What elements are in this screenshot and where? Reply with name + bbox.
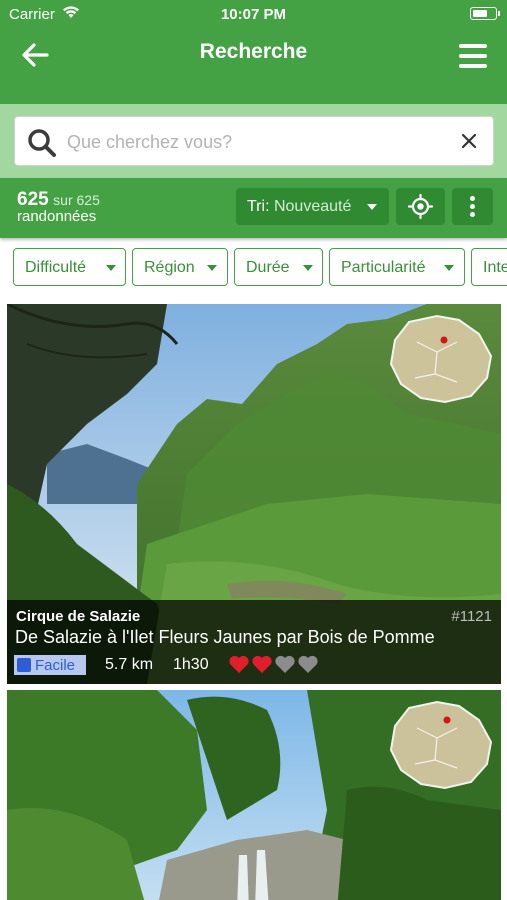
chevron-down-icon [106, 265, 116, 271]
hike-caption: Cirque de Salazie #1121 De Salazie à l'I… [7, 600, 501, 684]
heart-filled-icon [229, 655, 249, 673]
search-box[interactable] [14, 116, 494, 166]
chevron-down-icon [444, 265, 454, 271]
chevron-down-icon [367, 204, 377, 210]
hike-title: De Salazie à l'Ilet Fleurs Jaunes par Bo… [15, 627, 435, 647]
heart-empty-icon [298, 655, 318, 673]
locate-button[interactable] [396, 188, 445, 225]
results-count: 625 sur 625 randonnées [17, 189, 100, 225]
results-count-number: 625 [17, 189, 49, 210]
search-screen: Carrier 10:07 PM Recherche Que cherchez … [0, 0, 507, 900]
results-total: sur 625 [53, 192, 100, 208]
reunion-map-thumbnail [389, 314, 493, 404]
filter-interest[interactable]: Inte [471, 248, 507, 286]
results-bar: 625 sur 625 randonnées Tri: Nouveauté [0, 178, 507, 238]
reunion-map-thumbnail [389, 700, 493, 790]
sort-label: Tri: [247, 198, 270, 215]
sort-value: Nouveauté [273, 198, 352, 215]
search-icon [28, 129, 56, 157]
hike-card[interactable]: Cirque de Salazie #1121 De Salazie à l'I… [7, 304, 501, 684]
filter-duration[interactable]: Durée [234, 248, 323, 286]
difficulty-badge: Facile [14, 655, 86, 675]
crosshair-location-icon [407, 193, 434, 220]
results-unit: randonnées [17, 208, 97, 225]
filter-difficulty[interactable]: Difficulté [13, 248, 126, 286]
chevron-down-icon [303, 265, 313, 271]
filter-chips: Difficulté Région Durée Particularité In… [0, 248, 507, 288]
header-curve [0, 84, 507, 104]
hike-rating [228, 654, 320, 679]
heart-empty-icon [275, 655, 295, 673]
clear-search-icon[interactable] [459, 131, 479, 151]
page-title: Recherche [199, 40, 308, 63]
chevron-down-icon [207, 265, 217, 271]
filter-particularity[interactable]: Particularité [329, 248, 465, 286]
hike-duration: 1h30 [173, 656, 209, 673]
hike-distance: 5.7 km [105, 656, 154, 673]
more-options-button[interactable] [452, 188, 493, 225]
heart-filled-icon [252, 655, 272, 673]
filter-region[interactable]: Région [132, 248, 228, 286]
hamburger-menu-icon[interactable] [459, 44, 487, 68]
difficulty-color-icon [17, 658, 31, 672]
status-time: 10:07 PM [220, 6, 287, 23]
search-input[interactable] [67, 129, 437, 155]
battery-icon [470, 7, 500, 20]
hike-region: Cirque de Salazie [16, 608, 141, 625]
status-bar: Carrier 10:07 PM [0, 0, 507, 28]
hike-card[interactable] [7, 690, 501, 900]
hike-id: #1121 [451, 608, 492, 625]
sort-dropdown[interactable]: Tri: Nouveauté [236, 188, 389, 225]
